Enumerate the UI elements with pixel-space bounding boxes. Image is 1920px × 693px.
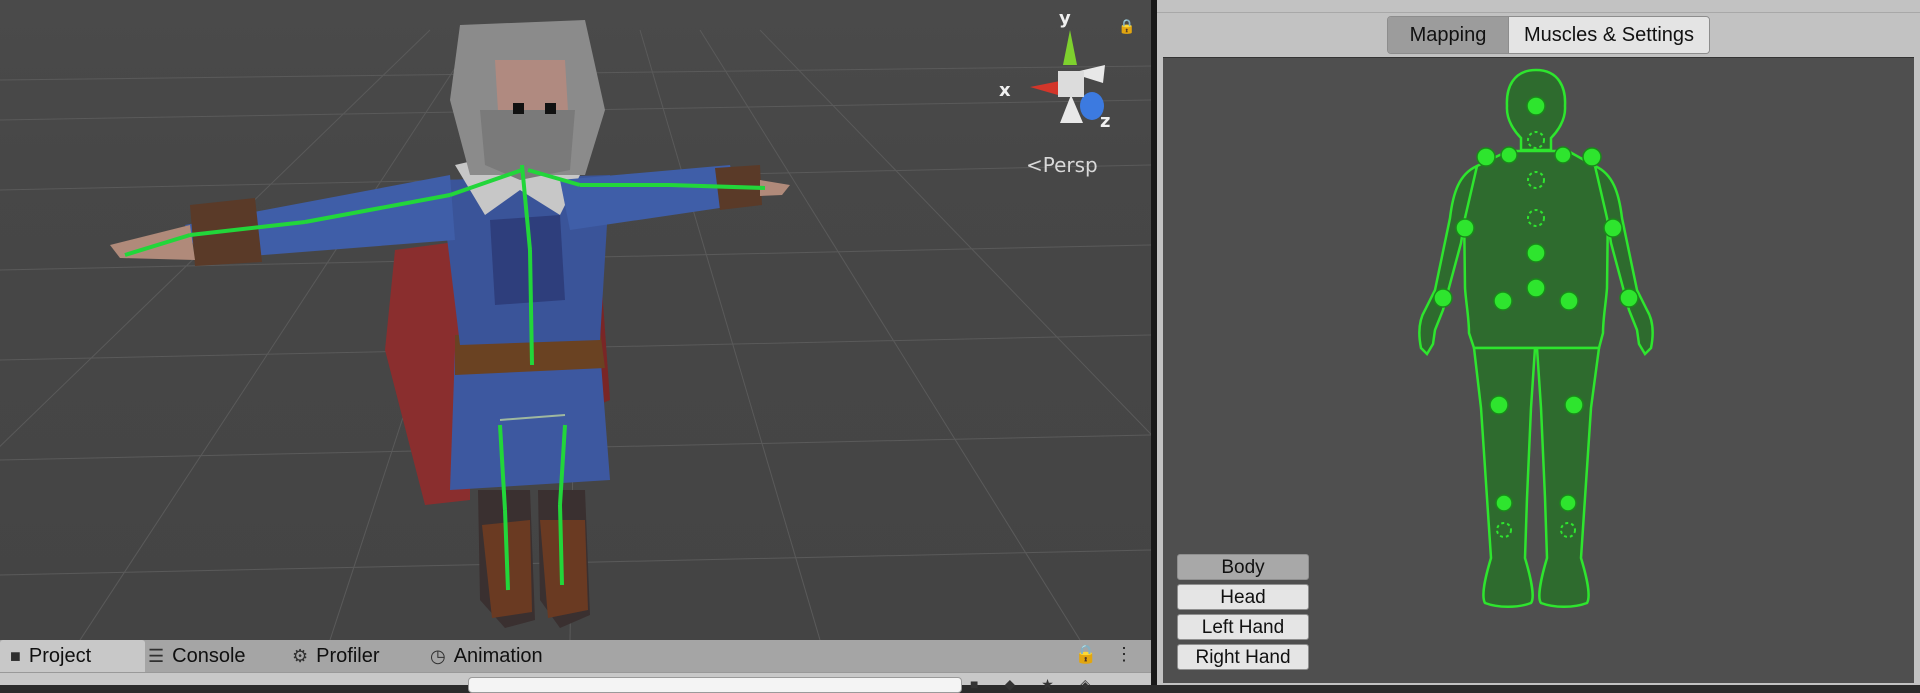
search-input[interactable] (468, 677, 962, 693)
tab-console[interactable]: ☰ Console (148, 640, 246, 672)
character-model (110, 20, 790, 628)
body-part-head-button[interactable]: Head (1177, 584, 1309, 610)
lock-icon[interactable]: 🔒 (1118, 18, 1135, 34)
tab-console-label: Console (172, 644, 246, 667)
body-part-selector: Body Head Left Hand Right Hand (1177, 554, 1309, 674)
folder-icon: ■ (10, 645, 21, 666)
bottom-tab-bar: ■ Project ☰ Console ⚙ Profiler ◷ Animati… (0, 640, 1151, 673)
scene-view[interactable]: y x z 🔒 <Persp (0, 0, 1151, 640)
profiler-icon: ⚙ (292, 645, 309, 666)
tab-muscles-settings[interactable]: Muscles & Settings (1508, 17, 1709, 53)
scene-grid (0, 20, 1151, 640)
tab-animation-label: Animation (453, 644, 543, 667)
body-part-body-button[interactable]: Body (1177, 554, 1309, 580)
tab-profiler[interactable]: ⚙ Profiler (292, 640, 380, 672)
persp-chevron-icon: < (1026, 153, 1043, 177)
body-part-left-hand-button[interactable]: Left Hand (1177, 614, 1309, 640)
gizmo-y-label: y (1059, 8, 1071, 29)
inspector-top-bar (1157, 0, 1920, 13)
tab-project-label: Project (28, 644, 92, 667)
console-icon: ☰ (148, 645, 165, 666)
tab-mapping[interactable]: Mapping (1388, 17, 1508, 53)
bottom-panel: ■ Project ☰ Console ⚙ Profiler ◷ Animati… (0, 640, 1151, 693)
more-options-icon[interactable]: ⋮ (1115, 644, 1133, 665)
avatar-body-view: Body Head Left Hand Right Hand (1163, 57, 1914, 683)
tab-animation[interactable]: ◷ Animation (430, 640, 543, 672)
tab-profiler-label: Profiler (316, 644, 380, 667)
avatar-inspector: Mapping Muscles & Settings Body Head Lef… (1157, 0, 1920, 685)
projection-label: Persp (1042, 153, 1098, 177)
animation-icon: ◷ (430, 645, 446, 666)
tab-project[interactable]: ■ Project (0, 640, 145, 672)
gizmo-z-label: z (1100, 111, 1111, 132)
lock-icon[interactable]: 🔒 (1075, 644, 1097, 665)
mode-tabs: Mapping Muscles & Settings (1387, 16, 1710, 54)
gizmo-x-label: x (999, 80, 1011, 101)
projection-toggle[interactable]: <Persp (1026, 153, 1098, 177)
body-part-right-hand-button[interactable]: Right Hand (1177, 644, 1309, 670)
